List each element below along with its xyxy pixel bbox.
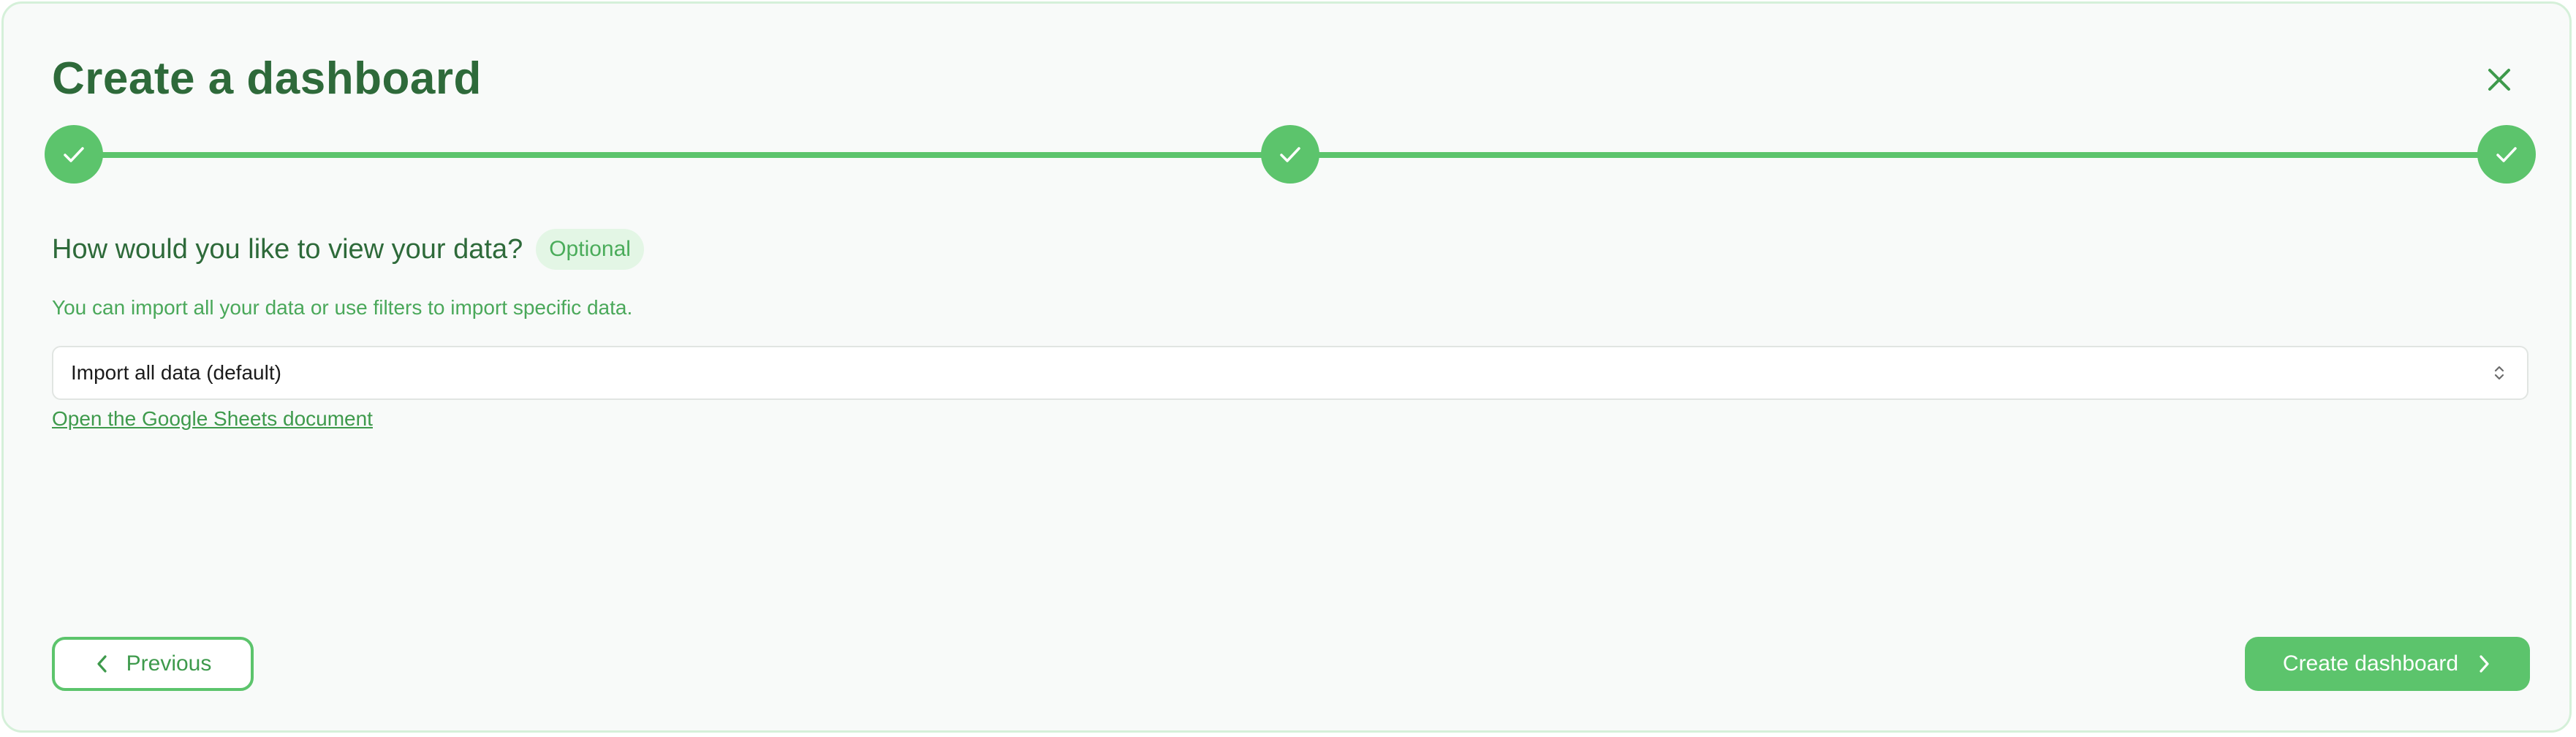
check-icon [1280,147,1300,162]
select-value: Import all data (default) [71,361,281,384]
progress-stepper [45,125,2536,184]
step-2-complete[interactable] [1261,125,1319,184]
check-icon [64,147,84,162]
create-dashboard-label: Create dashboard [2282,651,2459,676]
import-mode-select[interactable]: Import all data (default) [52,346,2528,400]
dialog-title: Create a dashboard [52,53,482,104]
open-google-sheets-link[interactable]: Open the Google Sheets document [52,404,373,434]
chevron-right-icon [2476,653,2492,675]
stepper-connector-2 [1290,152,2507,158]
close-button[interactable] [2479,59,2520,100]
helper-text: You can import all your data or use filt… [52,296,633,319]
question-heading: How would you like to view your data? [52,234,523,265]
create-dashboard-button[interactable]: Create dashboard [2245,637,2530,691]
close-icon [2488,69,2510,91]
previous-label: Previous [126,651,212,676]
check-icon [2496,147,2517,162]
chevron-up-down-icon [2494,366,2504,380]
optional-badge: Optional [536,229,644,270]
step-3-complete[interactable] [2477,125,2536,184]
step-1-complete[interactable] [45,125,103,184]
create-dashboard-dialog: Create a dashboard How would you like to… [1,1,2572,733]
question-row: How would you like to view your data? Op… [52,227,644,271]
chevron-left-icon [94,653,110,675]
previous-button[interactable]: Previous [52,637,254,691]
stepper-connector-1 [74,152,1290,158]
